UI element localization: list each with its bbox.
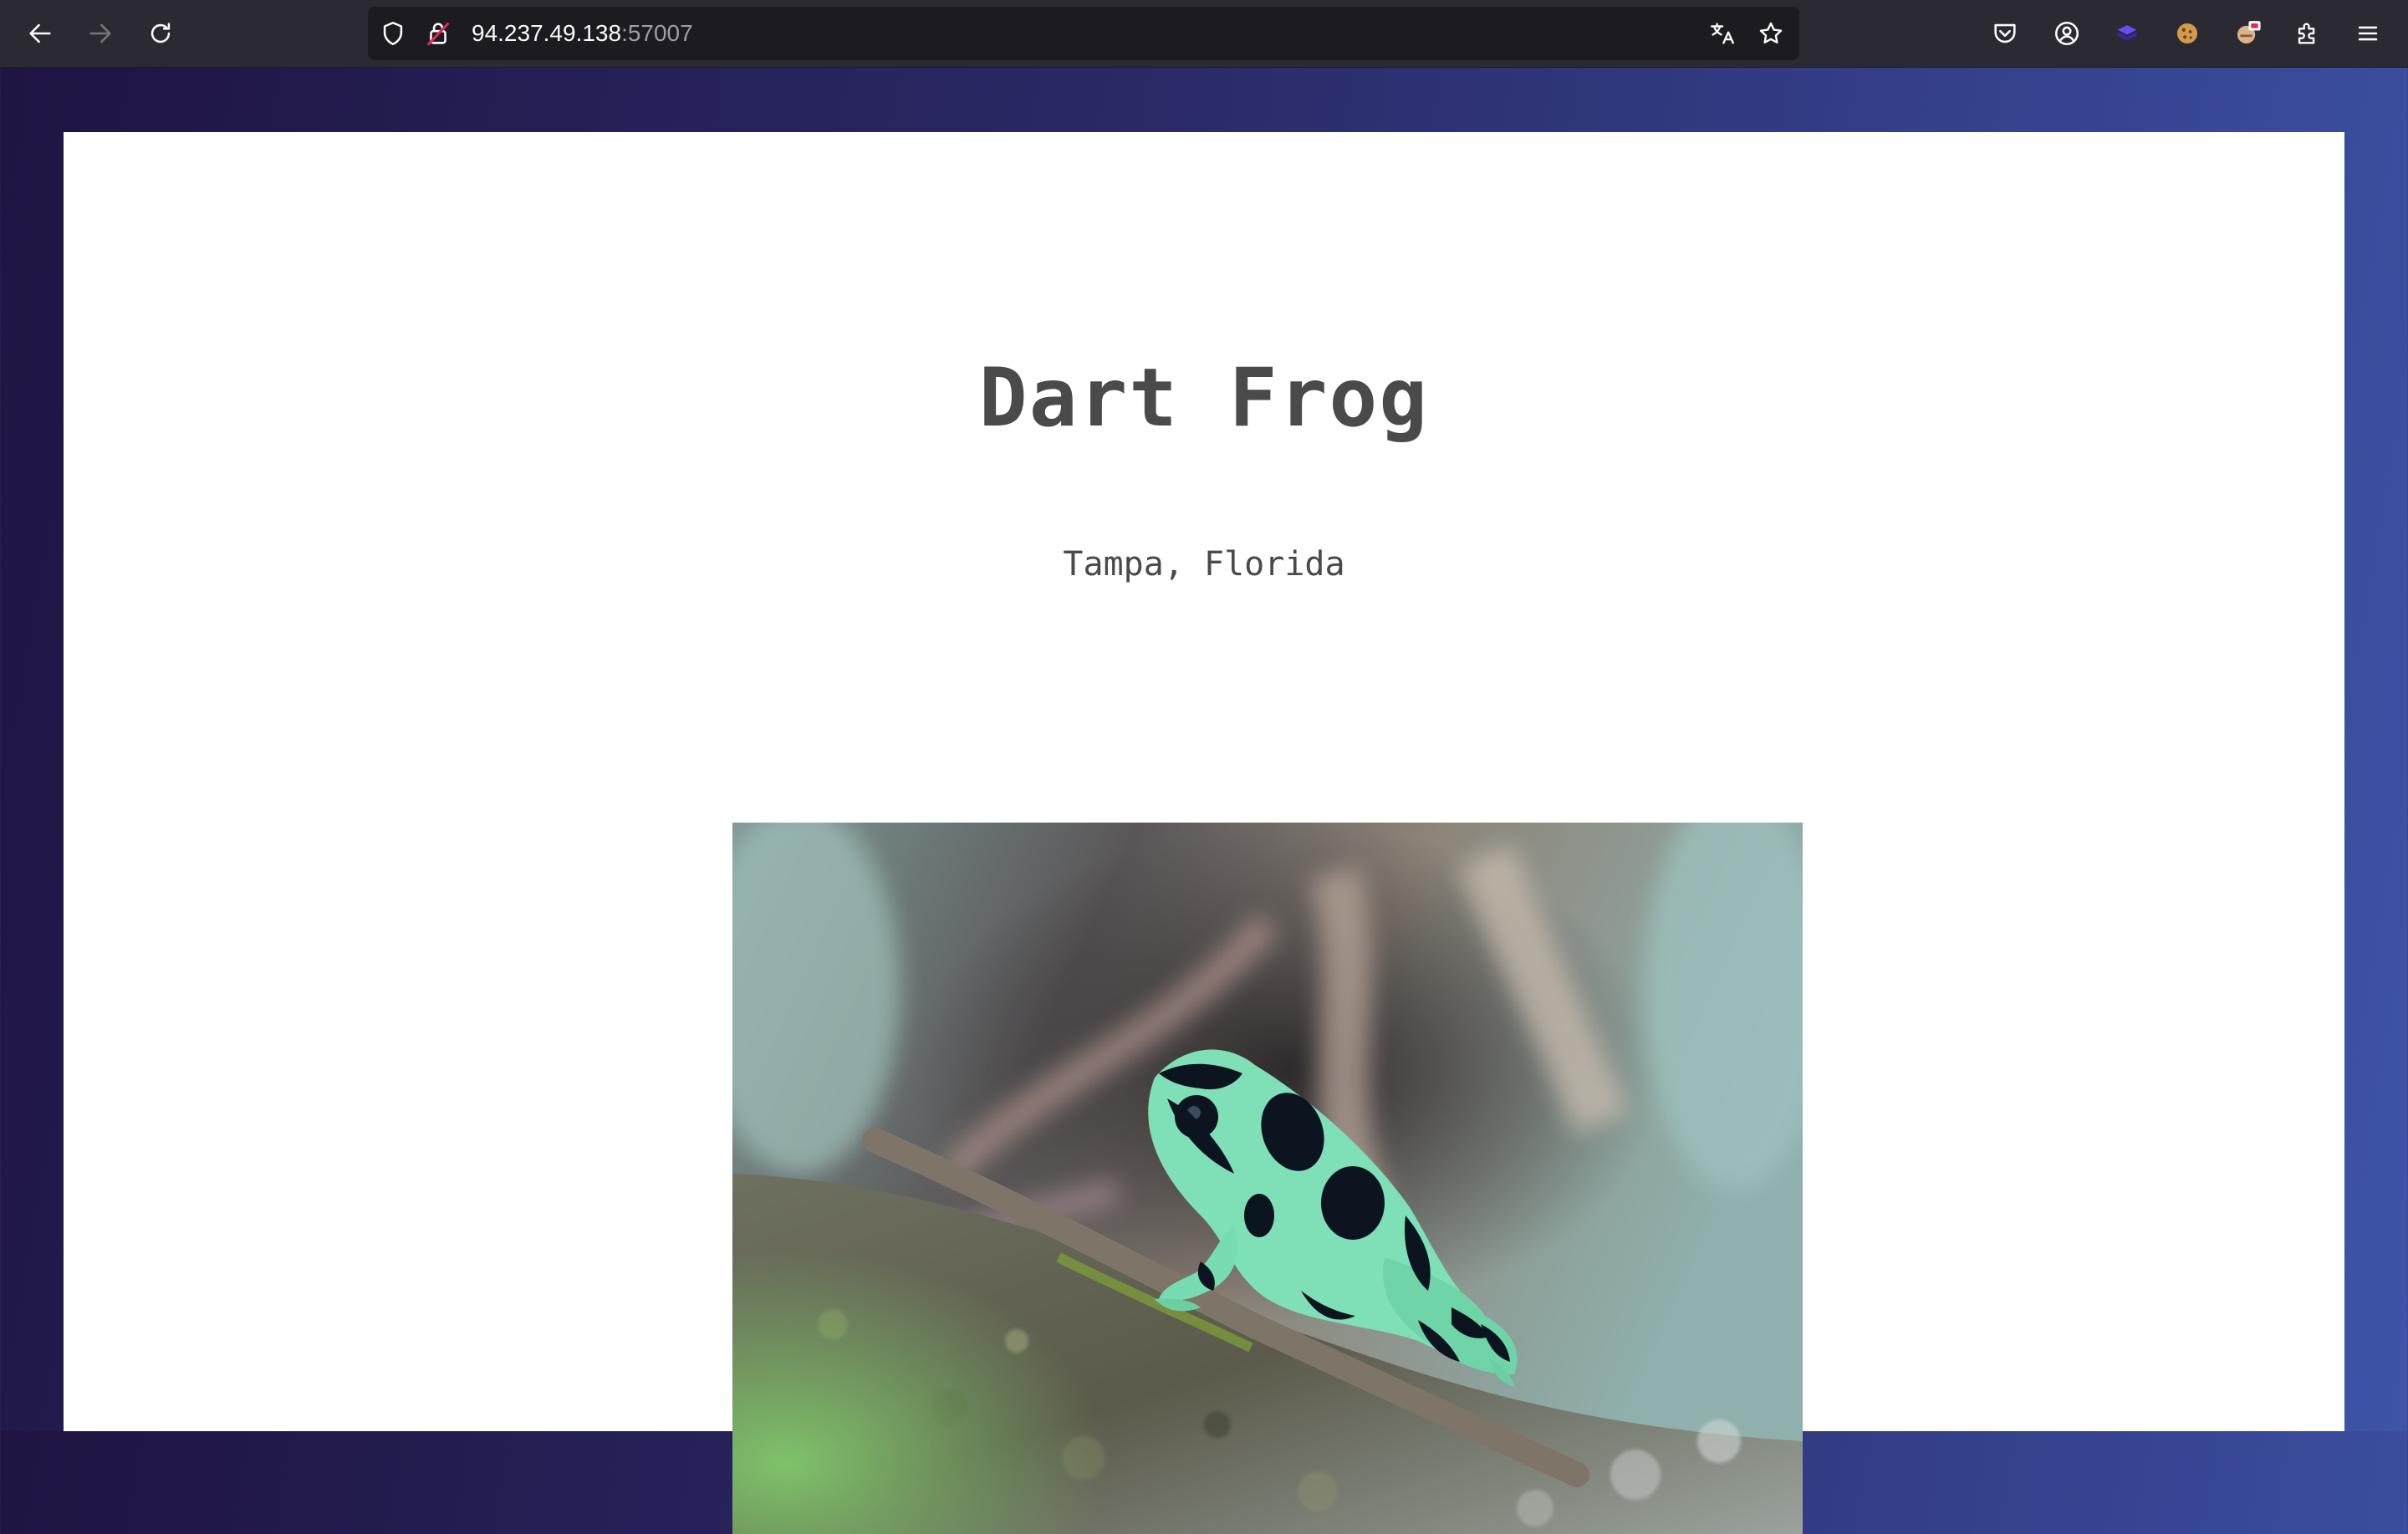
reload-icon[interactable] [140, 13, 181, 54]
frog-photo [732, 823, 1803, 1534]
insecure-lock-icon[interactable] [423, 18, 453, 48]
frog-image [732, 823, 1803, 1534]
extension-cube-icon[interactable] [2109, 15, 2145, 52]
content-card: Dart Frog Tampa, Florida [64, 132, 2344, 1534]
forward-arrow-icon[interactable] [80, 13, 120, 54]
shield-icon[interactable] [378, 18, 408, 48]
pocket-icon[interactable] [1987, 15, 2023, 52]
url-port: :57007 [621, 20, 693, 46]
translate-icon[interactable] [1707, 18, 1737, 48]
back-arrow-icon[interactable] [20, 13, 60, 54]
cookie-icon[interactable] [2169, 15, 2206, 52]
address-bar[interactable]: 94.237.49.138:57007 [368, 7, 1799, 60]
extension-badge-icon[interactable] [2229, 15, 2266, 52]
page-title: Dart Frog [978, 351, 1430, 445]
hamburger-menu-icon[interactable] [2349, 15, 2386, 52]
url-text[interactable]: 94.237.49.138:57007 [472, 7, 693, 60]
account-icon[interactable] [2048, 15, 2085, 52]
browser-toolbar: 94.237.49.138:57007 [0, 0, 2408, 68]
puzzle-icon[interactable] [2289, 15, 2326, 52]
star-icon[interactable] [1756, 18, 1786, 48]
url-host: 94.237.49.138 [472, 20, 622, 46]
location-text: Tampa, Florida [1063, 545, 1345, 584]
